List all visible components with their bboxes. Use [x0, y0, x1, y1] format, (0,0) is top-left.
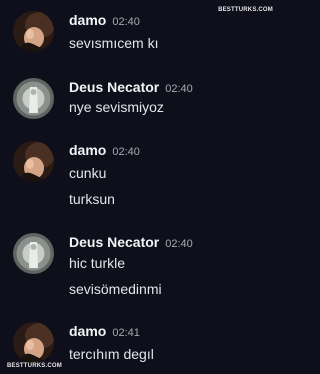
avatar-damo[interactable]: [13, 322, 54, 363]
avatar-damo-image: [13, 11, 54, 52]
avatar-damo[interactable]: [13, 141, 54, 182]
message-text: nye sevismiyoz: [69, 99, 164, 115]
author-name[interactable]: damo: [69, 323, 106, 339]
avatar-deus-necator[interactable]: [13, 233, 54, 274]
watermark-bottom: BESTTURKS.COM: [7, 363, 62, 369]
avatar-damo[interactable]: [13, 11, 54, 52]
timestamp: 02:40: [112, 146, 140, 158]
timestamp: 02:40: [165, 83, 193, 95]
message-header: damo 02:40: [69, 11, 140, 29]
message-text: turksun: [69, 191, 115, 207]
avatar-deus-necator-image: [13, 233, 54, 274]
message-header: damo 02:41: [69, 322, 140, 340]
avatar-damo-image: [13, 141, 54, 182]
avatar-deus-necator[interactable]: [13, 78, 54, 119]
avatar-deus-necator-image: [13, 78, 54, 119]
author-name[interactable]: Deus Necator: [69, 79, 159, 95]
message-text: tercıhım degıl: [69, 346, 154, 362]
message-header: damo 02:40: [69, 141, 140, 159]
author-name[interactable]: Deus Necator: [69, 234, 159, 250]
message-header: Deus Necator 02:40: [69, 78, 193, 96]
author-name[interactable]: damo: [69, 12, 106, 28]
message-text: sevısmıcem kı: [69, 35, 159, 51]
message-text: cunku: [69, 165, 107, 181]
avatar-damo-image: [13, 322, 54, 363]
message-header: Deus Necator 02:40: [69, 233, 193, 251]
timestamp: 02:40: [165, 238, 193, 250]
author-name[interactable]: damo: [69, 142, 106, 158]
timestamp: 02:41: [112, 327, 140, 339]
watermark-top: BESTTURKS.COM: [218, 7, 273, 13]
message-text: hic turkle: [69, 255, 126, 271]
timestamp: 02:40: [112, 16, 140, 28]
message-text: sevisömedinmi: [69, 281, 162, 297]
